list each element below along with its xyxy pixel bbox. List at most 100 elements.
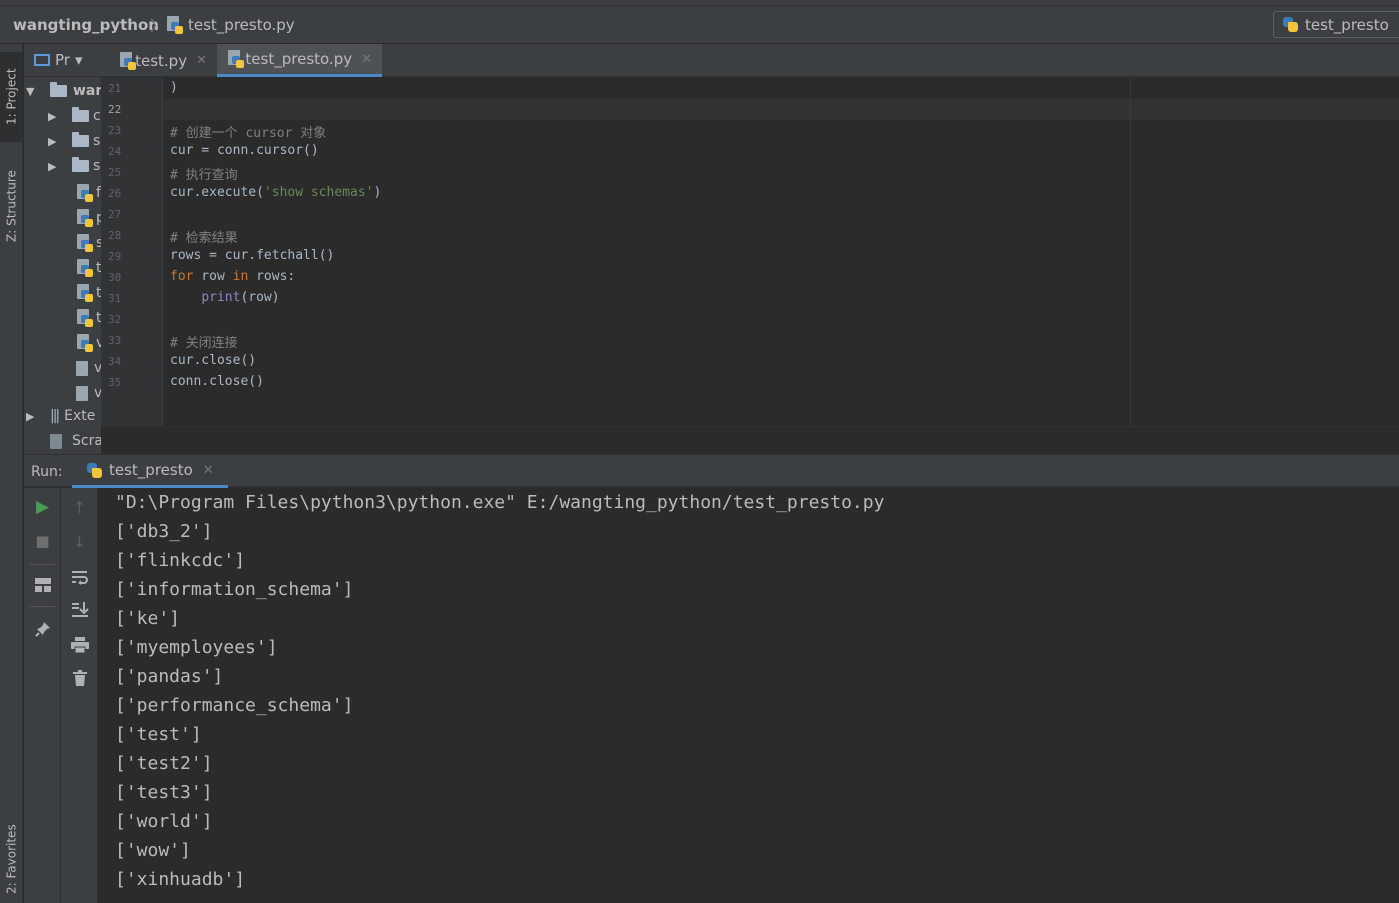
tree-file[interactable]: t	[76, 306, 101, 330]
structure-tool-window-tab[interactable]: Z: Structure	[0, 156, 23, 256]
console-line: ['world']	[115, 811, 213, 832]
toolbar-separator	[30, 564, 55, 565]
breadcrumb-separator: 〉	[150, 17, 166, 35]
tree-root-label: wan	[73, 83, 101, 99]
soft-wrap-icon[interactable]	[61, 562, 98, 592]
tree-file[interactable]: s	[76, 231, 101, 255]
close-icon[interactable]: ✕	[361, 52, 372, 67]
up-arrow-icon[interactable]: ↑	[61, 492, 98, 522]
trash-icon[interactable]	[61, 663, 98, 693]
code-line-25: # 执行查询	[170, 168, 238, 183]
python-file-icon	[76, 209, 94, 227]
breadcrumb-project[interactable]: wangting_python	[13, 16, 159, 34]
line-number: 30	[108, 271, 122, 284]
code-line-34: cur.close()	[170, 353, 257, 368]
tab-test-presto-py[interactable]: test_presto.py ✕	[217, 44, 382, 77]
tree-file[interactable]: v	[76, 356, 101, 380]
line-number: 32	[108, 313, 122, 326]
tab-test-py[interactable]: test.py ✕	[109, 44, 217, 77]
line-number: 29	[108, 250, 122, 263]
console-line: ['xinhuadb']	[115, 869, 246, 890]
tree-folder[interactable]: ▶ c	[48, 104, 101, 128]
down-arrow-icon[interactable]: ↓	[61, 526, 98, 556]
collapse-arrow-icon[interactable]: ▶	[48, 110, 62, 123]
console-line: ['test']	[115, 724, 202, 745]
tree-file[interactable]: p	[76, 206, 101, 230]
tree-file[interactable]: v	[76, 381, 101, 405]
close-icon[interactable]: ✕	[196, 53, 207, 68]
console-line: ['flinkcdc']	[115, 550, 246, 571]
run-toolbar-primary: ▶ ■	[24, 488, 61, 903]
console-output[interactable]: "D:\Program Files\python3\python.exe" E:…	[98, 488, 1399, 903]
folder-icon	[50, 82, 67, 97]
tree-file-label: v	[94, 385, 101, 401]
close-icon[interactable]: ✕	[203, 463, 214, 478]
line-number: 24	[108, 145, 122, 158]
python-file-icon	[76, 334, 94, 352]
tab-label: test.py	[135, 51, 188, 70]
console-line: ['performance_schema']	[115, 695, 354, 716]
collapse-arrow-icon[interactable]: ▶	[26, 410, 40, 423]
toolbar-separator	[30, 606, 55, 607]
layout-icon[interactable]	[24, 570, 61, 600]
library-icon: |||	[50, 408, 60, 424]
tree-scratches[interactable]: Scra	[50, 429, 101, 453]
tree-external-label: Exte	[64, 408, 96, 424]
run-tab-label: test_presto	[109, 461, 193, 479]
code-line-26: cur.execute('show schemas')	[170, 185, 382, 200]
tab-run-test-presto[interactable]: test_presto ✕	[72, 455, 228, 488]
folder-icon	[72, 157, 89, 172]
run-panel-header: Run: test_presto ✕	[24, 454, 1399, 488]
code-line-24: cur = conn.cursor()	[170, 143, 319, 158]
tree-root[interactable]: ▼ wan	[26, 79, 101, 103]
code-editor[interactable]: 21 22 23 24 25 26 27 28 29 30 31 32 33 3…	[101, 78, 1399, 426]
editor-bottom-area	[101, 426, 1399, 454]
python-file-icon	[76, 184, 94, 202]
python-icon	[86, 462, 103, 479]
run-icon[interactable]: ▶	[24, 492, 61, 522]
favorites-tool-window-tab[interactable]: 2: Favorites	[0, 814, 23, 903]
folder-icon	[72, 107, 89, 122]
line-number: 23	[108, 124, 122, 137]
run-configuration-label: test_presto	[1305, 15, 1389, 34]
line-number: 27	[108, 208, 122, 221]
pin-icon[interactable]	[24, 614, 61, 644]
line-number: 33	[108, 334, 122, 347]
tree-file[interactable]: v	[76, 331, 101, 355]
chevron-down-icon[interactable]: ▾	[75, 51, 83, 69]
console-line: ['pandas']	[115, 666, 224, 687]
print-icon[interactable]	[61, 630, 98, 660]
collapse-arrow-icon[interactable]: ▶	[48, 160, 62, 173]
stop-icon[interactable]: ■	[24, 526, 61, 556]
console-line: ['ke']	[115, 608, 181, 629]
expand-arrow-icon[interactable]: ▼	[26, 85, 40, 98]
project-panel-header[interactable]: Pr ▾	[24, 44, 101, 77]
run-configuration-selector[interactable]: test_presto	[1273, 11, 1399, 38]
scroll-end-icon[interactable]	[61, 594, 98, 624]
tree-file-label: v	[94, 360, 101, 376]
tree-folder[interactable]: ▶ s	[48, 129, 100, 153]
line-number-gutter[interactable]: 21 22 23 24 25 26 27 28 29 30 31 32 33 3…	[101, 78, 163, 426]
tree-file[interactable]: t	[76, 256, 101, 280]
collapse-arrow-icon[interactable]: ▶	[48, 135, 62, 148]
tree-folder[interactable]: ▶ s	[48, 154, 100, 178]
project-tool-window-tab[interactable]: 1: Project	[0, 52, 23, 142]
python-file-icon	[76, 284, 94, 302]
tree-folder-label: s	[93, 158, 101, 174]
title-strip	[0, 0, 1399, 6]
tree-file[interactable]: t	[76, 281, 101, 305]
editor-tab-bar: test.py ✕ test_presto.py ✕	[101, 44, 1399, 77]
tree-scratches-label: Scra	[72, 433, 101, 449]
python-file-icon	[119, 51, 136, 70]
python-file-icon	[227, 50, 244, 68]
breadcrumb-file[interactable]: test_presto.py	[166, 16, 295, 34]
tree-file[interactable]: f	[76, 181, 101, 205]
text-file-icon	[76, 385, 88, 401]
run-toolbar-secondary: ↑ ↓	[61, 488, 98, 903]
line-number: 31	[108, 292, 122, 305]
code-line-23: # 创建一个 cursor 对象	[170, 126, 327, 141]
project-view-icon	[34, 54, 50, 66]
tree-external-libraries[interactable]: ▶ ||| Exte	[26, 404, 95, 428]
console-line: ['test3']	[115, 782, 213, 803]
scratches-icon	[50, 433, 62, 449]
